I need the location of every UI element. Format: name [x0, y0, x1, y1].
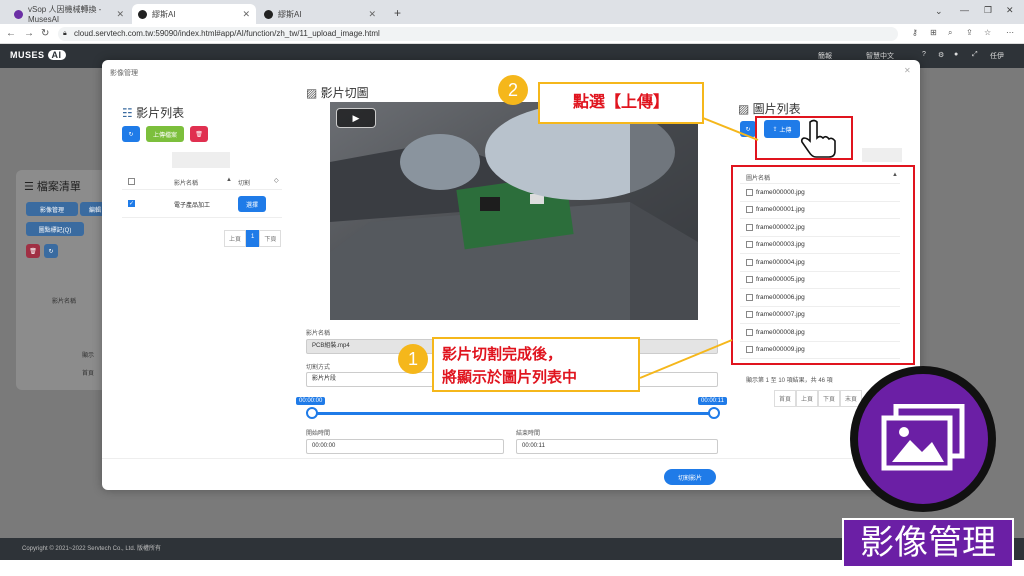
badge-inner — [858, 374, 988, 504]
gallery-icon — [881, 404, 965, 471]
footer-text: Copyright © 2021~2022 Servtech Co., Ltd.… — [22, 546, 161, 552]
step-2-text: 點選【上傳】 — [572, 94, 669, 111]
badge-title-text: 影像管理 — [860, 524, 996, 562]
step-1-badge: 1 — [398, 344, 428, 374]
step-2-callout: 點選【上傳】 — [538, 82, 704, 124]
step-2-number: 2 — [507, 79, 518, 100]
badge-title: 影像管理 — [842, 518, 1014, 568]
step-1-text-line1: 影片切割完成後， — [442, 346, 563, 363]
image-gallery-badge — [850, 366, 996, 512]
step-1-callout: 影片切割完成後， 將顯示於圖片列表中 — [432, 337, 640, 392]
step-2-badge: 2 — [498, 75, 528, 105]
step-1-text-line2: 將顯示於圖片列表中 — [442, 369, 578, 386]
step-1-number: 1 — [407, 348, 418, 369]
